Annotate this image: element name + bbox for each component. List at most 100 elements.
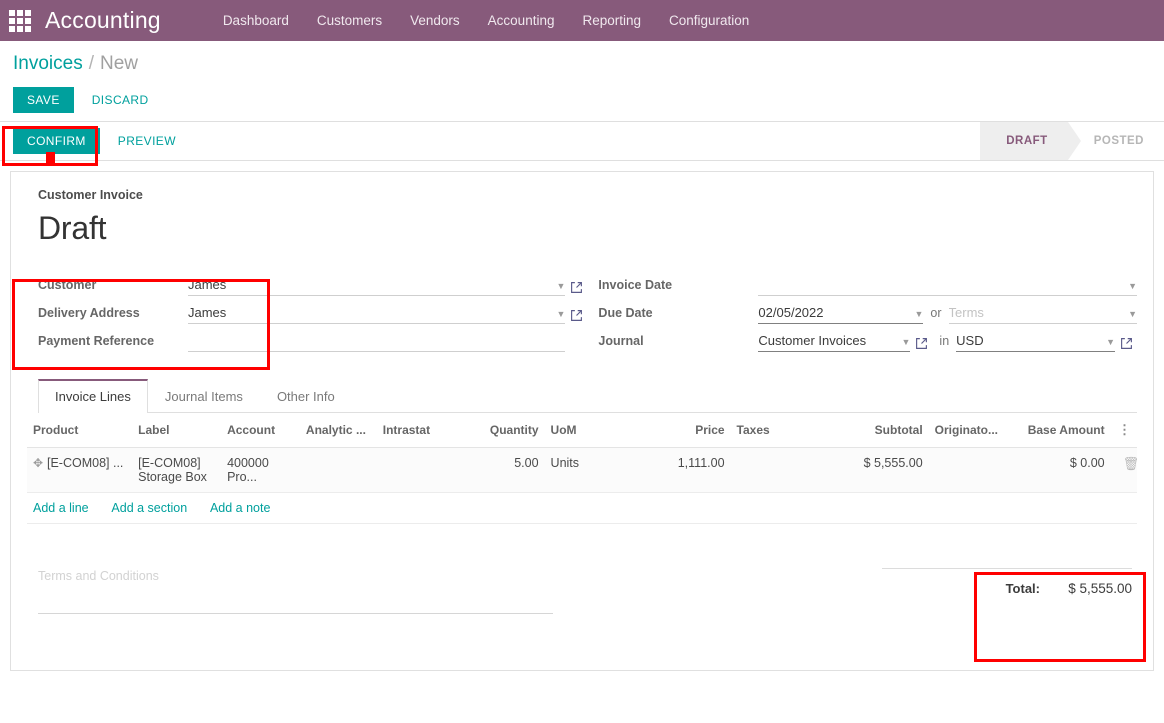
- currency-input[interactable]: USD ▼: [956, 330, 1115, 352]
- customer-value: James: [188, 277, 227, 292]
- chevron-down-icon[interactable]: ▼: [557, 281, 566, 295]
- page-title: Draft: [38, 210, 107, 246]
- menu-item-customers[interactable]: Customers: [303, 1, 396, 40]
- tab-journal-items[interactable]: Journal Items: [148, 379, 260, 413]
- main-menu: Dashboard Customers Vendors Accounting R…: [209, 1, 764, 40]
- cell-account[interactable]: 400000 Pro...: [221, 447, 300, 493]
- cell-uom[interactable]: Units: [544, 447, 668, 493]
- field-row-delivery-address: Delivery Address James ▼: [38, 297, 587, 324]
- payment-reference-spacer: [565, 350, 587, 352]
- customer-input[interactable]: James ▼: [188, 274, 566, 296]
- notebook-tabs: Invoice Lines Journal Items Other Info: [38, 379, 1137, 413]
- chevron-down-icon[interactable]: ▼: [1128, 309, 1137, 323]
- cell-quantity[interactable]: 5.00: [477, 447, 545, 493]
- column-header-account[interactable]: Account: [221, 413, 300, 448]
- tab-other-info[interactable]: Other Info: [260, 379, 352, 413]
- column-header-intrastat[interactable]: Intrastat: [376, 413, 478, 448]
- save-discard-toolbar: SAVE DISCARD: [0, 81, 1164, 121]
- chevron-down-icon[interactable]: ▼: [915, 309, 924, 323]
- field-row-due-date: Due Date 02/05/2022 ▼ or Terms ▼: [598, 297, 1137, 324]
- table-row[interactable]: ✥ [E-COM08] ... [E-COM08] Storage Box 400…: [27, 447, 1137, 493]
- cell-analytic[interactable]: [299, 447, 377, 493]
- due-date-label: Due Date: [598, 306, 653, 320]
- column-header-uom[interactable]: UoM: [544, 413, 668, 448]
- cell-price[interactable]: 1,111.00: [667, 447, 731, 493]
- add-a-section-link[interactable]: Add a section: [111, 501, 187, 515]
- menu-item-reporting[interactable]: Reporting: [568, 1, 655, 40]
- top-navbar: Accounting Dashboard Customers Vendors A…: [0, 0, 1164, 41]
- column-header-product[interactable]: Product: [27, 413, 133, 448]
- breadcrumb-separator: /: [88, 53, 94, 74]
- status-step-draft-label: DRAFT: [1006, 135, 1048, 147]
- menu-item-configuration[interactable]: Configuration: [655, 1, 763, 40]
- cell-label-line1: [E-COM08]: [138, 456, 201, 470]
- column-header-analytic[interactable]: Analytic ...: [299, 413, 377, 448]
- delivery-address-external-link-icon[interactable]: [565, 309, 587, 324]
- breadcrumb-invoices-link[interactable]: Invoices: [13, 53, 83, 75]
- cell-originator[interactable]: [928, 447, 1002, 493]
- or-separator-label: or: [930, 306, 942, 320]
- totals-panel: Total: $ 5,555.00: [882, 568, 1137, 614]
- currency-external-link-icon[interactable]: [1115, 337, 1137, 352]
- cell-product[interactable]: ✥ [E-COM08] ...: [27, 447, 133, 493]
- add-a-note-link[interactable]: Add a note: [210, 501, 270, 515]
- delivery-address-input[interactable]: James ▼: [188, 302, 566, 324]
- discard-button[interactable]: DISCARD: [84, 87, 157, 113]
- chevron-down-icon[interactable]: ▼: [1128, 281, 1137, 295]
- add-a-line-link[interactable]: Add a line: [33, 501, 89, 515]
- customer-label: Customer: [38, 278, 97, 292]
- delivery-address-value: James: [188, 305, 227, 320]
- app-root: Accounting Dashboard Customers Vendors A…: [0, 0, 1164, 723]
- cell-intrastat[interactable]: [376, 447, 478, 493]
- breadcrumb-current: New: [99, 53, 138, 74]
- drag-handle-icon[interactable]: ✥: [33, 456, 47, 470]
- table-options-icon[interactable]: ⋮: [1110, 413, 1137, 448]
- status-step-draft[interactable]: DRAFT: [980, 122, 1082, 160]
- save-button[interactable]: SAVE: [13, 87, 74, 113]
- currency-value: USD: [956, 333, 984, 348]
- sheet-subtitle: Customer Invoice: [38, 188, 143, 202]
- journal-external-link-icon[interactable]: [910, 337, 932, 352]
- cell-label[interactable]: [E-COM08] Storage Box: [132, 447, 222, 493]
- cell-label-line2: Storage Box: [138, 470, 207, 484]
- invoice-date-input[interactable]: ▼: [758, 274, 1137, 296]
- menu-item-dashboard[interactable]: Dashboard: [209, 1, 303, 40]
- menu-item-accounting[interactable]: Accounting: [474, 1, 569, 40]
- sheet-footer: Terms and Conditions Total: $ 5,555.00: [27, 568, 1137, 614]
- payment-reference-input[interactable]: [188, 330, 566, 352]
- column-header-subtotal[interactable]: Subtotal: [831, 413, 929, 448]
- column-header-originator[interactable]: Originato...: [928, 413, 1002, 448]
- menu-item-vendors[interactable]: Vendors: [396, 1, 474, 40]
- customer-external-link-icon[interactable]: [565, 281, 587, 296]
- delete-line-button[interactable]: 🗑: [1110, 447, 1137, 493]
- field-row-invoice-date: Invoice Date ▼: [598, 269, 1137, 296]
- due-date-value: 02/05/2022: [758, 305, 824, 320]
- cell-taxes[interactable]: [730, 447, 832, 493]
- journal-input[interactable]: Customer Invoices ▼: [758, 330, 911, 352]
- preview-button[interactable]: PREVIEW: [110, 128, 184, 154]
- terms-input[interactable]: Terms ▼: [948, 302, 1137, 324]
- cell-product-value: [E-COM08] ...: [47, 456, 124, 470]
- due-date-input[interactable]: 02/05/2022 ▼: [758, 302, 924, 324]
- journal-value: Customer Invoices: [758, 333, 867, 348]
- chevron-down-icon[interactable]: ▼: [557, 309, 566, 323]
- chevron-down-icon[interactable]: ▼: [1106, 337, 1115, 351]
- apps-grid-icon[interactable]: [7, 8, 33, 34]
- column-header-price[interactable]: Price: [667, 413, 731, 448]
- form-column-left: Customer James ▼ Delivery Address James …: [38, 269, 587, 353]
- add-line-row: Add a line Add a section Add a note: [27, 492, 1137, 524]
- field-row-customer: Customer James ▼: [38, 269, 587, 296]
- column-header-taxes[interactable]: Taxes: [730, 413, 832, 448]
- form-area: Customer James ▼ Delivery Address James …: [27, 269, 1137, 353]
- total-value: $ 5,555.00: [1068, 581, 1132, 596]
- terms-and-conditions-field[interactable]: Terms and Conditions: [38, 568, 553, 614]
- column-header-quantity[interactable]: Quantity: [477, 413, 545, 448]
- invoice-lines-table: Product Label Account Analytic ... Intra…: [27, 413, 1137, 524]
- column-header-label[interactable]: Label: [132, 413, 222, 448]
- chevron-down-icon[interactable]: ▼: [902, 337, 911, 351]
- column-header-base-amount[interactable]: Base Amount: [1001, 413, 1111, 448]
- status-step-posted[interactable]: POSTED: [1068, 122, 1164, 160]
- action-statusbar-row: CONFIRM PREVIEW DRAFT POSTED: [0, 121, 1164, 161]
- confirm-button[interactable]: CONFIRM: [13, 128, 100, 154]
- tab-invoice-lines[interactable]: Invoice Lines: [38, 379, 148, 413]
